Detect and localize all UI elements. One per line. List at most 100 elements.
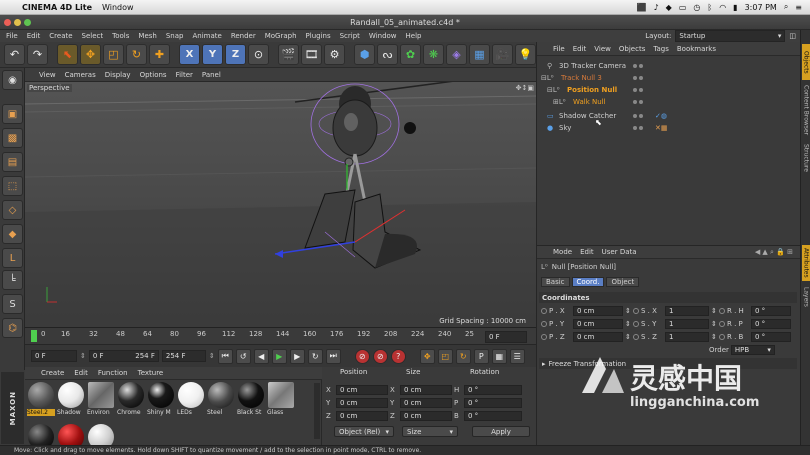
compositing-tag-icon[interactable]: ✓◍	[655, 112, 667, 120]
size-y-field[interactable]: 0 cm	[400, 398, 452, 408]
stepper-icon[interactable]: ⇕	[80, 352, 86, 360]
stepper-icon[interactable]: ⇕	[625, 333, 631, 341]
menu-mograph[interactable]: MoGraph	[265, 32, 297, 40]
key-scale-icon[interactable]: ◰	[437, 348, 453, 364]
attr-pz-field[interactable]: 0 cm	[573, 332, 623, 342]
animate-toggle[interactable]	[633, 334, 639, 340]
key-parameter-icon[interactable]: P	[473, 348, 489, 364]
obj-menu-bookmarks[interactable]: Bookmarks	[677, 45, 716, 53]
go-to-start-icon[interactable]: ⏮	[217, 348, 233, 364]
animate-toggle[interactable]	[633, 321, 639, 327]
material-item[interactable]: Steel	[207, 382, 235, 418]
position-z-field[interactable]: 0 cm	[336, 411, 388, 421]
vp-menu-view[interactable]: View	[39, 71, 56, 79]
current-frame-field[interactable]: 0 F	[485, 331, 527, 343]
animate-toggle[interactable]	[719, 321, 725, 327]
tab-basic[interactable]: Basic	[541, 277, 570, 287]
object-row[interactable]: ⊟L⁰ Position Null	[537, 84, 801, 96]
visibility-dots[interactable]	[633, 64, 643, 68]
tab-coord[interactable]: Coord.	[571, 277, 605, 287]
obj-menu-tags[interactable]: Tags	[653, 45, 669, 53]
size-mode-select[interactable]: Size ▾	[402, 426, 458, 437]
start-frame-field[interactable]: 0 F	[31, 350, 77, 362]
deformer-icon[interactable]: ◈	[446, 44, 467, 65]
autokey-icon[interactable]: ⊘	[372, 348, 388, 364]
end-frame-field[interactable]: 254 F	[161, 350, 206, 362]
attr-rp-field[interactable]: 0 °	[751, 319, 791, 329]
clock[interactable]: 3:07 PM	[745, 3, 777, 12]
material-item[interactable]: Shadow	[57, 382, 85, 418]
bluetooth-icon[interactable]: ᛒ	[707, 3, 712, 12]
snap-icon[interactable]: S	[2, 294, 23, 314]
volume-icon[interactable]: ♪	[654, 3, 659, 12]
vp-menu-options[interactable]: Options	[140, 71, 167, 79]
prev-key-icon[interactable]: ↺	[235, 348, 251, 364]
menu-tools[interactable]: Tools	[112, 32, 129, 40]
axis-z-button[interactable]: Z	[225, 44, 246, 65]
material-item[interactable]: Black St	[237, 382, 265, 418]
attr-sx-field[interactable]: 1	[665, 306, 709, 316]
position-x-field[interactable]: 0 cm	[336, 385, 388, 395]
rotation-b-field[interactable]: 0 °	[464, 411, 522, 421]
attr-sz-field[interactable]: 1	[665, 332, 709, 342]
size-x-field[interactable]: 0 cm	[400, 385, 452, 395]
attr-px-field[interactable]: 0 cm	[573, 306, 623, 316]
stepper-icon[interactable]: ⇕	[711, 333, 717, 341]
range-slider[interactable]: 0 F 254 F	[88, 350, 159, 362]
stepper-icon[interactable]: ⇕	[625, 320, 631, 328]
model-mode-icon[interactable]: ▣	[2, 104, 23, 124]
vp-menu-cameras[interactable]: Cameras	[65, 71, 96, 79]
coord-mode-select[interactable]: Object (Rel) ▾	[334, 426, 394, 437]
object-row[interactable]: ⊟L⁰ Track Null 3	[537, 72, 801, 84]
attr-menu-edit[interactable]: Edit	[580, 248, 594, 256]
menu-window[interactable]: Window	[369, 32, 397, 40]
attr-sy-field[interactable]: 1	[665, 319, 709, 329]
close-window-icon[interactable]	[4, 19, 11, 26]
minimize-window-icon[interactable]	[14, 19, 21, 26]
mat-menu-function[interactable]: Function	[98, 369, 128, 377]
camera-icon[interactable]: 🎥	[492, 44, 513, 65]
play-icon[interactable]: ▶	[271, 348, 287, 364]
mat-menu-edit[interactable]: Edit	[74, 369, 88, 377]
zoom-window-icon[interactable]	[24, 19, 31, 26]
next-key-icon[interactable]: ↻	[307, 348, 323, 364]
key-rotation-icon[interactable]: ↻	[455, 348, 471, 364]
floor-icon[interactable]: ▦	[469, 44, 490, 65]
edges-mode-icon[interactable]: ◇	[2, 200, 23, 220]
tab-object[interactable]: Object	[606, 277, 640, 287]
cube-icon[interactable]: ⬢	[354, 44, 375, 65]
record-active-icon[interactable]: ⊘	[354, 348, 370, 364]
key-pla-icon[interactable]: ▦	[491, 348, 507, 364]
axis-x-button[interactable]: X	[179, 44, 200, 65]
menu-help[interactable]: Help	[406, 32, 422, 40]
prev-frame-icon[interactable]: ◀	[253, 348, 269, 364]
mat-menu-texture[interactable]: Texture	[138, 369, 164, 377]
search-icon[interactable]: ⌕	[784, 2, 788, 12]
time-machine-icon[interactable]: ◷	[693, 3, 700, 12]
attr-nav-icon[interactable]: ◀ ▲ ⌕ 🔒 ⊞	[755, 248, 801, 257]
menu-create[interactable]: Create	[49, 32, 72, 40]
material-item[interactable]: Glass	[267, 382, 295, 418]
tweak-mode-icon[interactable]: ╘	[2, 270, 23, 290]
attr-rb-field[interactable]: 0 °	[751, 332, 791, 342]
menu-list-icon[interactable]: ≡	[795, 3, 802, 12]
animate-toggle[interactable]	[633, 308, 639, 314]
move-icon[interactable]: ✥	[80, 44, 101, 65]
timeline-icon[interactable]: ☰	[509, 348, 525, 364]
apply-button[interactable]: Apply	[472, 426, 530, 437]
menu-render[interactable]: Render	[231, 32, 256, 40]
animate-toggle[interactable]	[541, 308, 547, 314]
locked-workplane-icon[interactable]: ⌬	[2, 318, 23, 338]
object-row[interactable]: ⊞L⁰ Walk Null	[537, 96, 801, 108]
menu-edit[interactable]: Edit	[27, 32, 41, 40]
dropbox-icon[interactable]: ◆	[666, 3, 672, 12]
menu-select[interactable]: Select	[82, 32, 104, 40]
stepper-icon[interactable]: ⇕	[711, 307, 717, 315]
obj-menu-file[interactable]: File	[553, 45, 565, 53]
stepper-icon[interactable]: ⇕	[711, 320, 717, 328]
obj-menu-objects[interactable]: Objects	[619, 45, 645, 53]
animate-toggle[interactable]	[719, 308, 725, 314]
go-to-end-icon[interactable]: ⏭	[325, 348, 341, 364]
position-y-field[interactable]: 0 cm	[336, 398, 388, 408]
animate-toggle[interactable]	[719, 334, 725, 340]
